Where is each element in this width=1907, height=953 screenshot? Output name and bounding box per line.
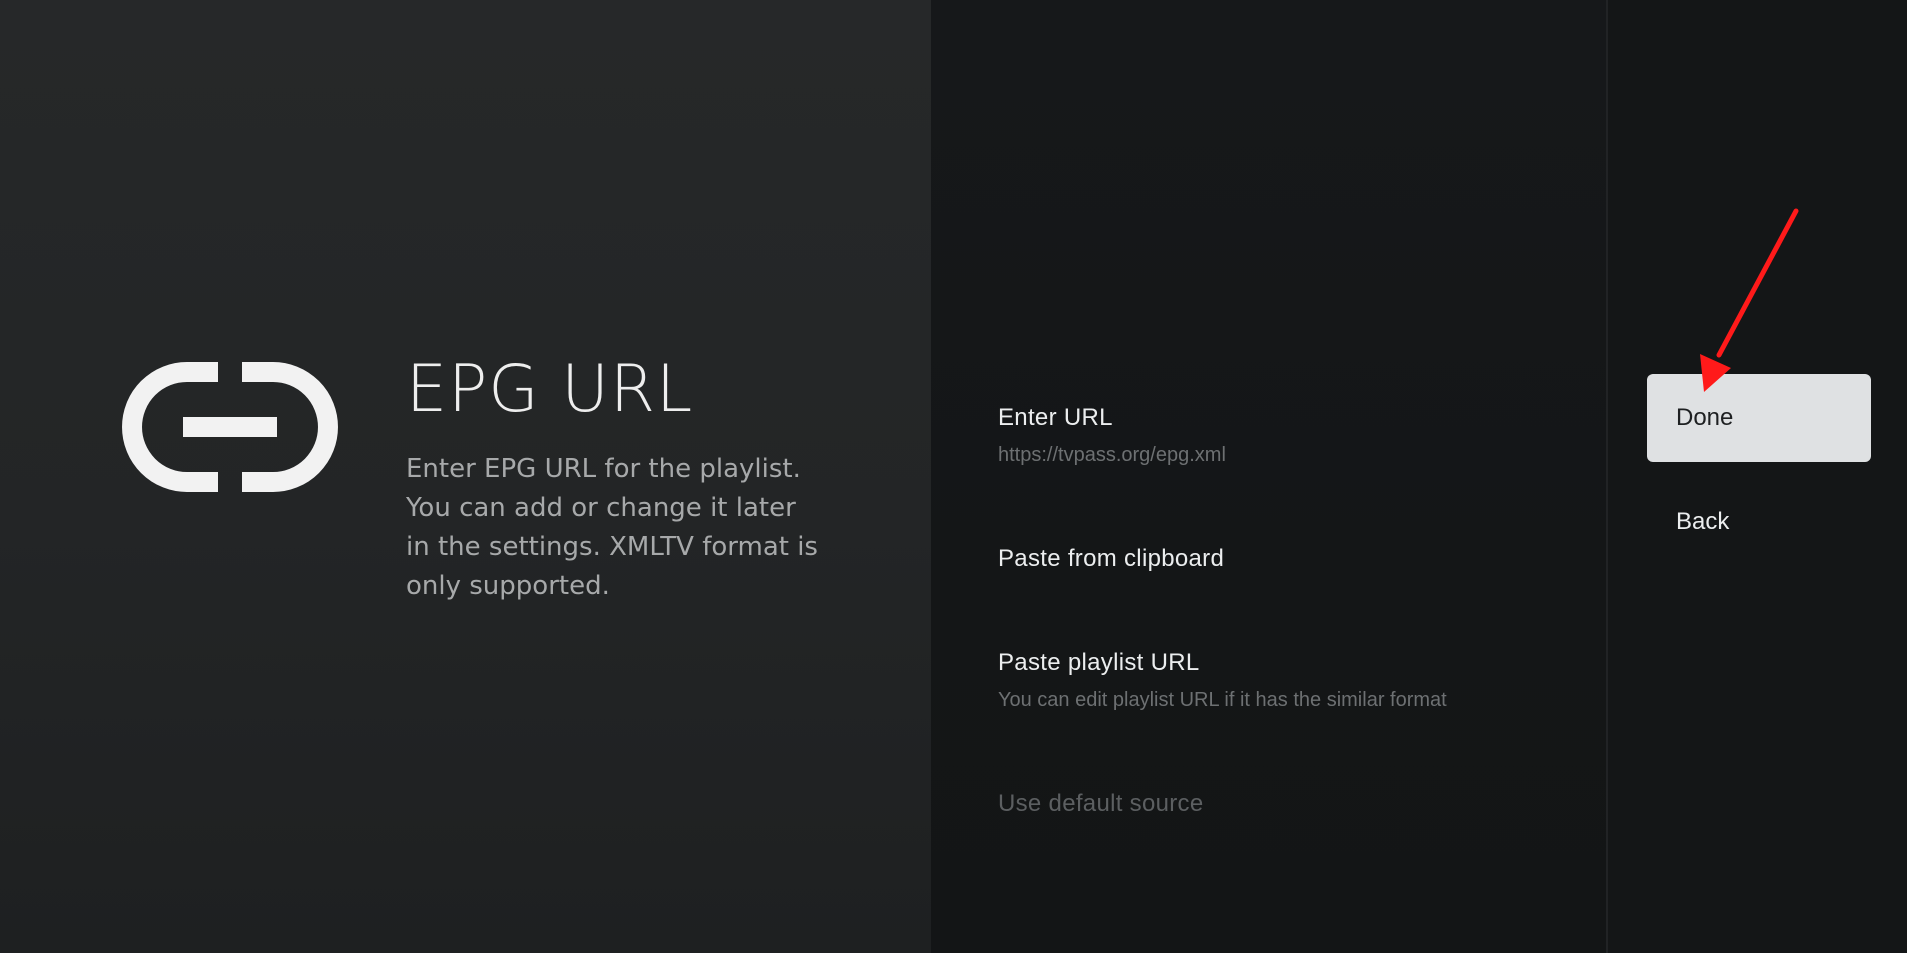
actions-panel: Enter URL https://tvpass.org/epg.xml Pas… [931,0,1606,953]
button-panel: Done Back [1606,0,1907,953]
epg-url-setup-screen: EPG URL Enter EPG URL for the playlist. … [0,0,1907,953]
page-description: Enter EPG URL for the playlist. You can … [406,454,818,601]
action-enter-url-title: Enter URL [998,404,1113,431]
action-use-default-source: Use default source [998,788,1598,820]
action-paste-playlist-url[interactable]: Paste playlist URL You can edit playlist… [998,647,1598,713]
action-paste-from-clipboard-title: Paste from clipboard [998,545,1225,572]
action-paste-from-clipboard[interactable]: Paste from clipboard [998,543,1598,575]
action-enter-url-value: https://tvpass.org/epg.xml [998,444,1226,466]
action-enter-url[interactable]: Enter URL https://tvpass.org/epg.xml [998,402,1598,468]
link-icon [122,362,338,492]
page-title: EPG URL [406,352,694,427]
action-use-default-source-title: Use default source [998,790,1204,817]
action-paste-playlist-url-hint: You can edit playlist URL if it has the … [998,689,1447,711]
guidance-panel: EPG URL Enter EPG URL for the playlist. … [0,0,931,953]
done-button[interactable]: Done [1647,374,1871,462]
back-button[interactable]: Back [1647,478,1871,566]
action-paste-playlist-url-title: Paste playlist URL [998,649,1200,676]
